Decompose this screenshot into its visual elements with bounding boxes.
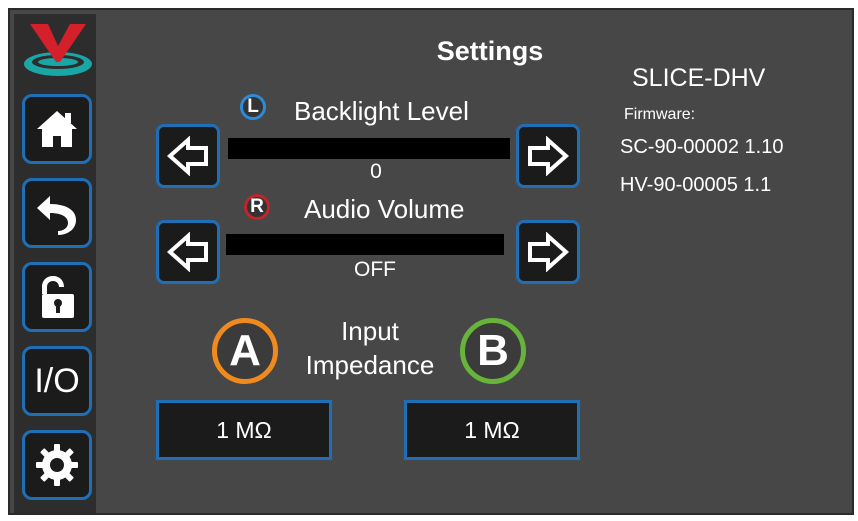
arrow-left-icon <box>166 136 208 176</box>
page-title: Settings <box>436 36 544 66</box>
io-icon: I/O <box>34 361 80 400</box>
firmware-label: Firmware: <box>624 106 696 123</box>
home-icon <box>37 111 77 147</box>
audio-value: OFF <box>354 258 396 281</box>
audio-increase-button[interactable] <box>516 220 580 284</box>
audio-decrease-button[interactable] <box>156 220 220 284</box>
backlight-decrease-button[interactable] <box>156 124 220 188</box>
backlight-label: Backlight Level <box>294 96 469 126</box>
firmware-version-1: SC-90-00002 1.10 <box>620 136 784 158</box>
io-button[interactable]: I/O <box>22 346 92 416</box>
audio-volume-bar[interactable] <box>226 234 504 255</box>
audio-badge-r: R <box>244 194 270 220</box>
home-button[interactable] <box>22 94 92 164</box>
backlight-level-bar[interactable] <box>228 138 510 159</box>
arrow-right-icon <box>528 232 570 272</box>
back-button[interactable] <box>22 178 92 248</box>
firmware-version-2: HV-90-00005 1.1 <box>620 174 772 196</box>
device-name: SLICE-DHV <box>632 64 766 92</box>
gear-icon <box>36 444 78 486</box>
impedance-a-value: 1 MΩ <box>216 416 272 443</box>
settings-button[interactable] <box>22 430 92 500</box>
back-icon <box>37 196 76 235</box>
logo-icon <box>20 18 96 80</box>
impedance-label-line2: Impedance <box>305 350 435 380</box>
impedance-label-line1: Input <box>341 316 399 346</box>
backlight-value: 0 <box>370 160 382 183</box>
audio-label: Audio Volume <box>304 194 465 224</box>
backlight-badge-l: L <box>240 94 266 120</box>
arrow-left-icon <box>166 232 208 272</box>
channel-a-badge: A <box>212 318 278 384</box>
arrow-right-icon <box>528 136 570 176</box>
unlock-icon <box>42 276 74 318</box>
impedance-a-button[interactable]: 1 MΩ <box>156 400 332 460</box>
backlight-increase-button[interactable] <box>516 124 580 188</box>
impedance-b-button[interactable]: 1 MΩ <box>404 400 580 460</box>
channel-b-badge: B <box>460 318 526 384</box>
unlock-button[interactable] <box>22 262 92 332</box>
impedance-b-value: 1 MΩ <box>464 416 520 443</box>
